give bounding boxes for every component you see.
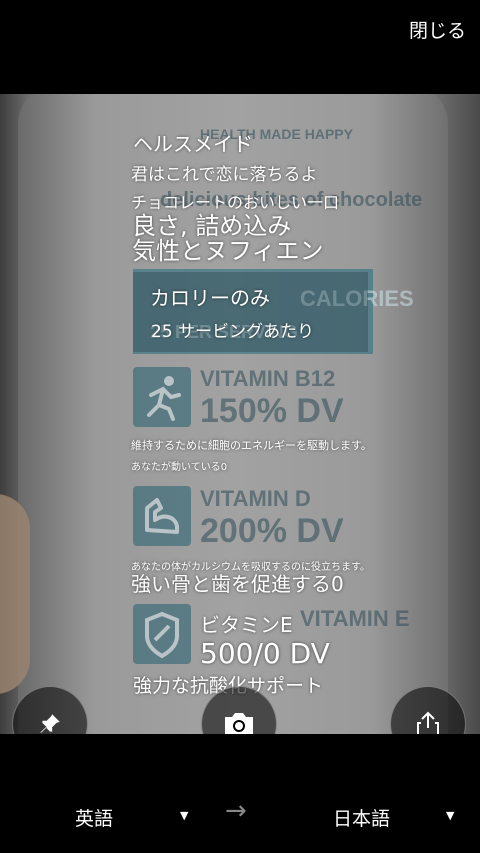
translated-text: 25 サービングあたり bbox=[151, 322, 315, 342]
muscle-icon bbox=[133, 486, 191, 546]
language-bar: 英語 ▼ → 日本語 ▼ bbox=[0, 734, 480, 853]
translated-text: 維持するために細胞のエネルギーを駆動します。 bbox=[131, 439, 372, 452]
runner-icon bbox=[133, 367, 191, 427]
arrow-icon: → bbox=[225, 796, 247, 826]
translated-text: 500/0 DV bbox=[200, 637, 330, 670]
translated-text: 君はこれで恋に落ちるよ bbox=[131, 165, 318, 185]
target-language-selector[interactable]: 日本語 bbox=[333, 804, 390, 831]
translated-text: 強い骨と歯を促進する0 bbox=[131, 572, 344, 596]
chevron-down-icon[interactable]: ▼ bbox=[446, 809, 454, 822]
bg-b12-dv: 150% DV bbox=[200, 392, 344, 430]
finger bbox=[0, 494, 30, 694]
source-language-selector[interactable]: 英語 bbox=[75, 804, 113, 831]
top-bar: 閉じる bbox=[0, 0, 480, 94]
camera-preview: HEALTH MADE HAPPY delicious bites of cho… bbox=[0, 94, 480, 734]
bg-vite: VITAMIN E bbox=[300, 606, 410, 631]
translated-text: 気性とヌフィエン bbox=[132, 237, 324, 265]
shield-icon bbox=[133, 604, 191, 664]
translated-text: ビタミンE bbox=[200, 613, 293, 637]
bg-b12: VITAMIN B12 bbox=[200, 366, 336, 391]
chevron-down-icon[interactable]: ▼ bbox=[180, 809, 188, 822]
bg-vitd: VITAMIN D bbox=[200, 486, 311, 511]
translated-text: あなたが動いている0 bbox=[131, 462, 228, 473]
close-button[interactable]: 閉じる bbox=[409, 16, 466, 43]
translated-text: カロリーのみ bbox=[150, 286, 270, 310]
translated-text: ヘルスメイド bbox=[133, 132, 253, 156]
bg-vitd-dv: 200% DV bbox=[200, 512, 344, 550]
